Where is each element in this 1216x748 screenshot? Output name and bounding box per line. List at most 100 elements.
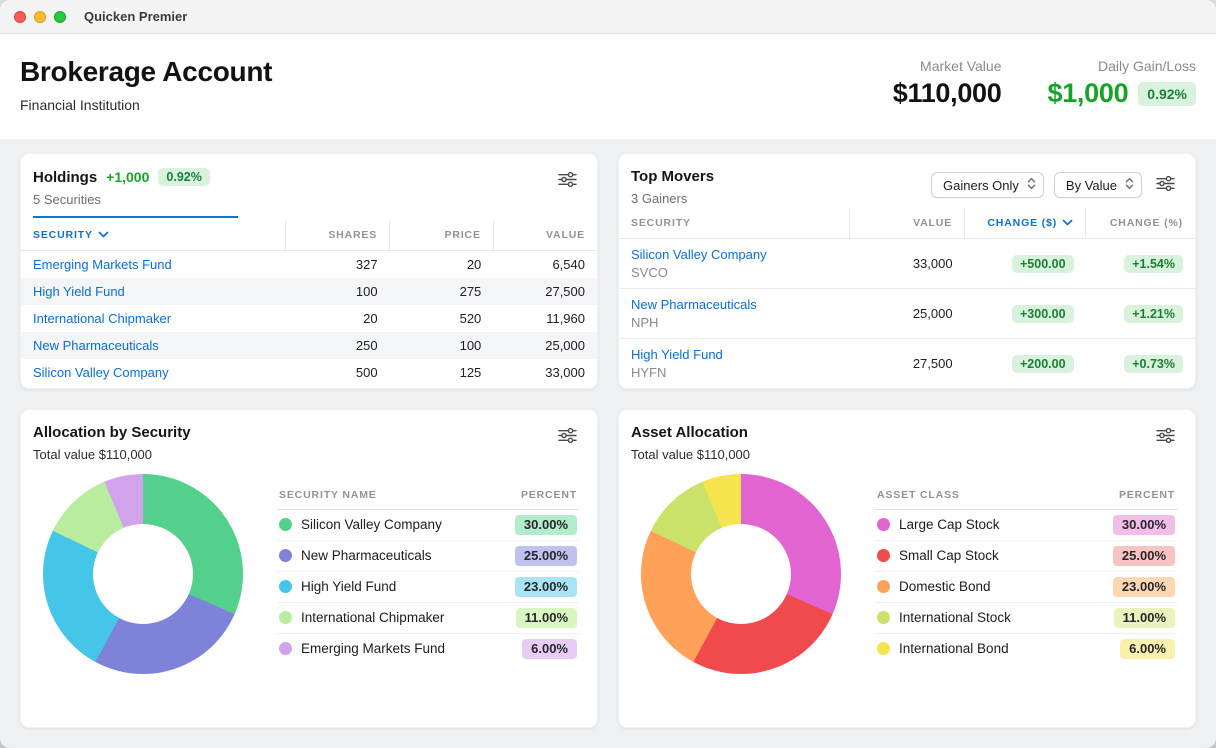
security-link[interactable]: New Pharmaceuticals <box>33 338 159 353</box>
top-movers-panel: Top Movers 3 Gainers Gainers Only By Val… <box>618 153 1196 389</box>
app-window: Quicken Premier Brokerage Account Financ… <box>0 0 1216 748</box>
legend-swatch <box>279 518 292 531</box>
legend-swatch <box>877 611 890 624</box>
shares-cell: 327 <box>286 251 390 279</box>
close-button[interactable] <box>14 11 26 23</box>
legend-swatch <box>877 580 890 593</box>
ticker-symbol: SVCO <box>631 265 837 280</box>
window-title: Quicken Premier <box>84 9 187 24</box>
movers-col-security[interactable]: SECURITY <box>619 208 849 239</box>
legend-label: Emerging Markets Fund <box>301 641 513 656</box>
movers-col-change-usd[interactable]: CHANGE ($) <box>965 208 1086 239</box>
gainers-filter-dropdown[interactable]: Gainers Only <box>931 172 1044 198</box>
list-item: Emerging Markets Fund 6.00% <box>277 634 579 664</box>
list-item: Large Cap Stock 30.00% <box>875 510 1177 541</box>
security-link[interactable]: Silicon Valley Company <box>631 247 767 262</box>
security-link[interactable]: New Pharmaceuticals <box>631 297 757 312</box>
zoom-button[interactable] <box>54 11 66 23</box>
chevron-down-icon <box>1062 217 1073 229</box>
legend-label: Small Cap Stock <box>899 548 1104 563</box>
value-cell: 33,000 <box>493 359 597 386</box>
ticker-symbol: HYFN <box>631 365 837 380</box>
top-movers-filter-button[interactable] <box>1152 172 1179 198</box>
percent-badge: 23.00% <box>1113 577 1175 597</box>
legend-col-percent: PERCENT <box>1119 489 1175 501</box>
holdings-title: Holdings <box>33 169 97 186</box>
table-row: New Pharmaceuticals 250 100 25,000 <box>21 332 597 359</box>
security-link[interactable]: Emerging Markets Fund <box>33 257 172 272</box>
sort-by-dropdown[interactable]: By Value <box>1054 172 1142 198</box>
updown-chevrons-icon <box>1125 177 1134 193</box>
legend-label: Large Cap Stock <box>899 517 1104 532</box>
holdings-filter-button[interactable] <box>554 168 581 194</box>
holdings-table: SECURITY SHARES PRICE VALUE Emerging Mar… <box>21 220 597 386</box>
ticker-symbol: NPH <box>631 315 837 330</box>
holdings-subtitle: 5 Securities <box>33 192 238 207</box>
percent-badge: 11.00% <box>516 608 577 628</box>
legend-swatch <box>279 642 292 655</box>
movers-col-change-pct[interactable]: CHANGE (%) <box>1086 208 1195 239</box>
daily-gain-label: Daily Gain/Loss <box>1048 58 1197 74</box>
titlebar: Quicken Premier <box>0 0 1216 34</box>
asset-allocation-filter-button[interactable] <box>1152 424 1179 450</box>
value-cell: 33,000 <box>849 239 964 289</box>
price-cell: 125 <box>390 359 494 386</box>
daily-gain-stat: Daily Gain/Loss $1,000 0.92% <box>1048 58 1197 109</box>
table-row: International Chipmaker 20 520 11,960 <box>21 305 597 332</box>
legend-swatch <box>279 611 292 624</box>
legend-swatch <box>279 580 292 593</box>
security-link[interactable]: High Yield Fund <box>33 284 125 299</box>
table-row: Silicon Valley Company 500 125 33,000 <box>21 359 597 386</box>
legend-col-name: ASSET CLASS <box>877 489 960 501</box>
dashboard-grid: Holdings +1,000 0.92% 5 Securities <box>0 139 1216 748</box>
security-link[interactable]: Silicon Valley Company <box>33 365 169 380</box>
table-row: High Yield Fund HYFN 27,500 +200.00 +0.7… <box>619 339 1195 389</box>
allocation-security-title: Allocation by Security <box>33 424 191 441</box>
legend-label: International Stock <box>899 610 1105 625</box>
allocation-by-security-panel: Allocation by Security Total value $110,… <box>20 409 598 728</box>
price-cell: 100 <box>390 332 494 359</box>
change-usd-badge: +500.00 <box>1012 255 1074 273</box>
page-title: Brokerage Account <box>20 56 272 88</box>
legend-label: International Bond <box>899 641 1111 656</box>
shares-cell: 20 <box>286 305 390 332</box>
holdings-active-underline <box>33 216 238 218</box>
holdings-col-shares[interactable]: SHARES <box>286 220 390 251</box>
value-cell: 27,500 <box>493 278 597 305</box>
asset-allocation-panel: Asset Allocation Total value $110,000 AS… <box>618 409 1196 728</box>
change-pct-badge: +0.73% <box>1124 355 1183 373</box>
minimize-button[interactable] <box>34 11 46 23</box>
list-item: Small Cap Stock 25.00% <box>875 541 1177 572</box>
table-row: Silicon Valley Company SVCO 33,000 +500.… <box>619 239 1195 289</box>
holdings-gain: +1,000 <box>106 169 149 185</box>
donut-hole <box>93 524 193 624</box>
asset-allocation-title: Asset Allocation <box>631 424 748 441</box>
legend-label: Silicon Valley Company <box>301 517 506 532</box>
window-controls <box>14 11 66 23</box>
movers-col-value[interactable]: VALUE <box>849 208 964 239</box>
list-item: International Chipmaker 11.00% <box>277 603 579 634</box>
legend-swatch <box>877 549 890 562</box>
asset-allocation-subtitle: Total value $110,000 <box>631 447 750 462</box>
sliders-icon <box>1156 176 1175 194</box>
list-item: Domestic Bond 23.00% <box>875 572 1177 603</box>
asset-allocation-legend: ASSET CLASS PERCENT Large Cap Stock 30.0… <box>875 485 1177 664</box>
percent-badge: 11.00% <box>1114 608 1175 628</box>
legend-label: Domestic Bond <box>899 579 1104 594</box>
change-usd-badge: +200.00 <box>1012 355 1074 373</box>
market-value-stat: Market Value $110,000 <box>893 58 1002 109</box>
daily-gain-percent-badge: 0.92% <box>1138 82 1196 106</box>
percent-badge: 6.00% <box>1120 639 1175 659</box>
sliders-icon <box>1156 428 1175 446</box>
change-pct-badge: +1.21% <box>1124 305 1183 323</box>
holdings-col-price[interactable]: PRICE <box>390 220 494 251</box>
holdings-col-value[interactable]: VALUE <box>493 220 597 251</box>
value-cell: 11,960 <box>493 305 597 332</box>
value-cell: 6,540 <box>493 251 597 279</box>
security-link[interactable]: High Yield Fund <box>631 347 723 362</box>
shares-cell: 250 <box>286 332 390 359</box>
holdings-col-security[interactable]: SECURITY <box>21 220 286 251</box>
security-link[interactable]: International Chipmaker <box>33 311 171 326</box>
table-row: New Pharmaceuticals NPH 25,000 +300.00 +… <box>619 289 1195 339</box>
allocation-security-filter-button[interactable] <box>554 424 581 450</box>
